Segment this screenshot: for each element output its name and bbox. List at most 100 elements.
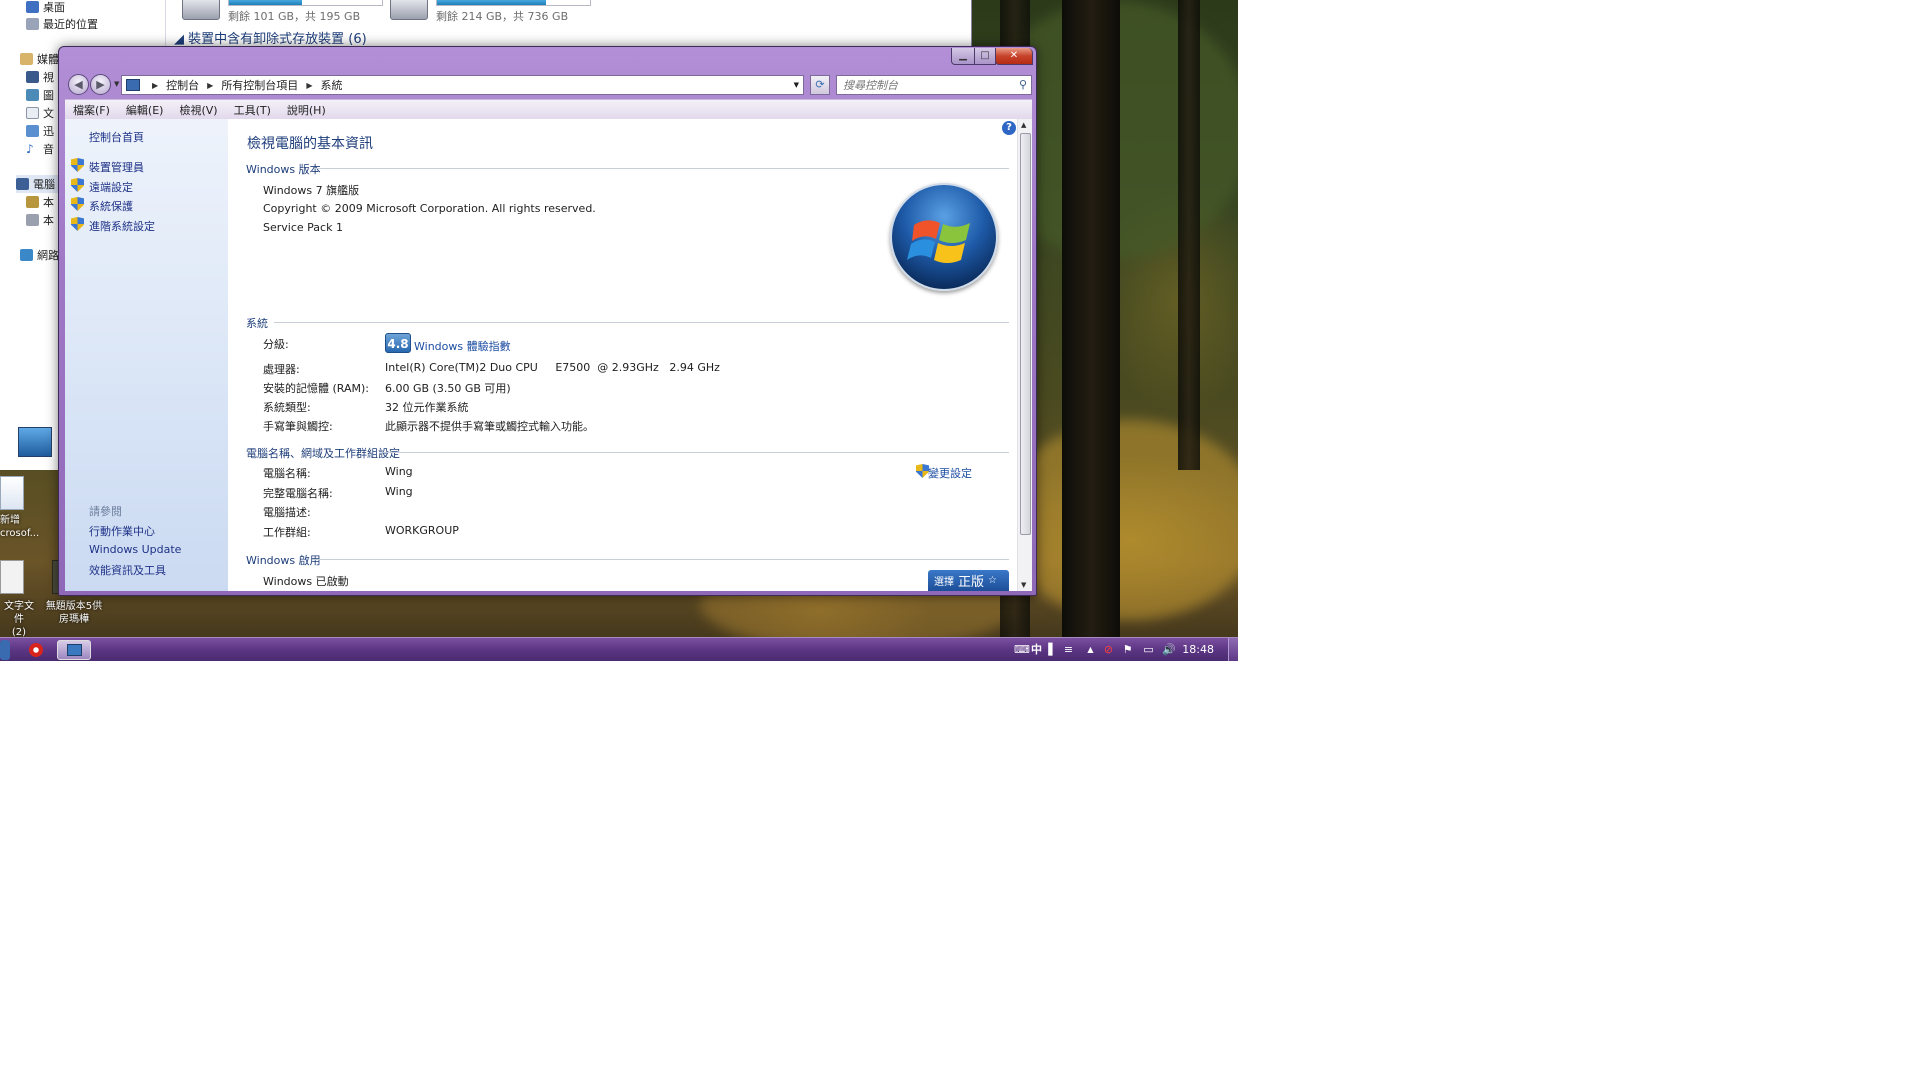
breadcrumb-system[interactable]: 系統 <box>320 77 342 93</box>
show-desktop-button[interactable] <box>1228 638 1238 661</box>
keyboard-icon[interactable]: ⌨ <box>1014 643 1030 656</box>
ram-value: 6.00 GB (3.50 GB 可用) <box>385 382 511 395</box>
nav-item-documents[interactable]: 文 <box>26 104 54 122</box>
nav-label: 媒體 <box>37 53 59 66</box>
search-box[interactable]: ⚲ <box>836 75 1032 95</box>
nav-label: 圖 <box>43 89 54 102</box>
icon-label-line: 新增 <box>0 515 20 526</box>
start-button[interactable] <box>0 640 10 660</box>
device-manager-link[interactable]: 裝置管理員 <box>89 159 144 175</box>
windows-update-link[interactable]: Windows Update <box>89 543 181 556</box>
section-divider <box>314 168 1009 169</box>
search-input[interactable] <box>837 76 1007 94</box>
drive-c[interactable]: 剩餘 101 GB，共 195 GB <box>182 0 383 24</box>
full-name-value: Wing <box>385 485 413 498</box>
scroll-down-arrow-icon[interactable]: ▼ <box>1021 581 1026 589</box>
refresh-button[interactable]: ⟳ <box>810 75 830 95</box>
nav-item-videos[interactable]: 視 <box>26 68 54 86</box>
ime-mode-icon[interactable]: ▌ <box>1046 643 1059 656</box>
scroll-thumb[interactable] <box>1020 133 1031 535</box>
minimize-button[interactable]: ▁ <box>951 48 975 65</box>
advanced-system-settings-link[interactable]: 進階系統設定 <box>89 218 155 234</box>
wei-link[interactable]: Windows 體驗指數 <box>414 338 511 354</box>
computer-icon <box>16 178 29 190</box>
control-panel-taskbar-button[interactable] <box>57 640 91 660</box>
vertical-scrollbar[interactable]: ▲ ▼ <box>1017 119 1032 591</box>
section-divider <box>312 559 1009 560</box>
menu-tools[interactable]: 工具(T) <box>226 102 279 118</box>
change-settings-link[interactable]: 變更設定 <box>928 465 972 481</box>
nav-item-network[interactable]: 網路 <box>20 246 59 264</box>
back-button[interactable]: ◀ <box>68 74 89 95</box>
nav-item-music[interactable]: ♪ 音 <box>26 140 54 158</box>
drive-usage-bar <box>436 0 591 6</box>
page-title: 檢視電腦的基本資訊 <box>247 136 373 152</box>
breadcrumb-separator[interactable]: ▶ <box>306 81 312 90</box>
menu-edit[interactable]: 編輯(E) <box>118 102 172 118</box>
pen-touch-label: 手寫筆與觸控: <box>263 420 333 433</box>
nav-item-desktop[interactable]: 桌面 <box>26 0 65 16</box>
nav-item-libraries[interactable]: 媒體 <box>20 50 59 68</box>
nav-item-local-disk-2[interactable]: 本 <box>26 211 54 229</box>
workgroup-value: WORKGROUP <box>385 524 459 537</box>
genuine-label-a: 選擇 <box>934 577 954 588</box>
drive-icon <box>390 0 428 20</box>
control-panel-home-link[interactable]: 控制台首頁 <box>89 129 144 145</box>
client-area: 控制台首頁 裝置管理員 遠端設定 系統保護 進階系統設定 請參閱 行動作業中心 … <box>65 119 1032 591</box>
ime-options-icon[interactable]: ≡ <box>1062 643 1075 656</box>
menu-help[interactable]: 說明(H) <box>279 102 334 118</box>
network-tray-icon[interactable]: ▭ <box>1142 643 1155 656</box>
recent-pages-chevron-down-icon[interactable]: ▼ <box>114 80 119 88</box>
volume-icon[interactable]: 🔊 <box>1162 643 1176 656</box>
network-icon <box>20 249 33 261</box>
removable-header-label: 裝置中含有卸除式存放裝置 (6) <box>188 32 367 47</box>
close-button[interactable]: ✕ <box>995 48 1033 65</box>
scroll-up-arrow-icon[interactable]: ▲ <box>1021 121 1026 129</box>
nav-item-thunder[interactable]: 迅 <box>26 122 54 140</box>
performance-info-link[interactable]: 效能資訊及工具 <box>89 562 166 578</box>
desktop-icon-label[interactable]: 新增 crosof... <box>0 514 39 540</box>
clock[interactable]: 18:48 <box>1182 643 1214 656</box>
see-also-heading: 請參閱 <box>89 505 122 518</box>
antivirus-icon[interactable]: ⊘ <box>1102 643 1115 656</box>
desktop-icon-label[interactable]: 文字文件 (2) <box>0 600 38 639</box>
full-name-label: 完整電腦名稱: <box>263 487 333 500</box>
nav-item-pictures[interactable]: 圖 <box>26 86 54 104</box>
control-panel-icon <box>67 644 82 656</box>
video-icon <box>26 71 39 83</box>
nav-label: 桌面 <box>43 1 65 14</box>
nav-item-recent[interactable]: 最近的位置 <box>26 15 98 33</box>
action-center-flag-icon[interactable]: ⚑ <box>1121 643 1134 656</box>
nav-label: 音 <box>43 143 54 156</box>
breadcrumb-separator[interactable]: ▶ <box>152 81 158 90</box>
forward-button[interactable]: ▶ <box>90 74 111 95</box>
media-player-taskbar-button[interactable] <box>26 640 46 660</box>
section-activation: Windows 啟用 <box>246 554 321 567</box>
remote-settings-link[interactable]: 遠端設定 <box>89 179 133 195</box>
word-doc-icon[interactable] <box>0 476 24 510</box>
text-file-icon[interactable] <box>0 560 24 594</box>
nav-item-local-disk-1[interactable]: 本 <box>26 193 54 211</box>
wei-score-badge[interactable]: 4.8 <box>385 333 411 353</box>
ime-indicator[interactable]: 中 <box>1030 643 1043 656</box>
copyright-text: Copyright © 2009 Microsoft Corporation. … <box>263 202 596 215</box>
system-protection-link[interactable]: 系統保護 <box>89 198 133 214</box>
breadcrumb-control-panel[interactable]: 控制台 <box>166 77 199 93</box>
menu-view[interactable]: 檢視(V) <box>171 102 225 118</box>
genuine-software-badge[interactable]: 選擇 正版 ☆ <box>928 570 1009 591</box>
removable-group-header[interactable]: ◢ 裝置中含有卸除式存放裝置 (6) <box>174 28 367 47</box>
breadcrumb-all-items[interactable]: 所有控制台項目 <box>221 77 298 93</box>
maximize-button[interactable]: □ <box>974 48 996 65</box>
show-hidden-icons-icon[interactable]: ▲ <box>1084 643 1097 656</box>
desktop-icon-label[interactable]: 無題版本5供 房瑪樺 <box>44 600 104 626</box>
help-icon[interactable]: ? <box>1002 121 1016 135</box>
address-history-chevron-down-icon[interactable]: ▼ <box>794 81 799 89</box>
drive-d[interactable]: 剩餘 214 GB，共 736 GB <box>390 0 591 24</box>
menu-file[interactable]: 檔案(F) <box>65 102 118 118</box>
search-icon[interactable]: ⚲ <box>1019 78 1027 91</box>
drive-usage-fill <box>229 0 303 5</box>
address-bar[interactable]: ▶ 控制台 ▶ 所有控制台項目 ▶ 系統 ▼ <box>121 75 804 95</box>
action-center-link[interactable]: 行動作業中心 <box>89 523 155 539</box>
system-type-value: 32 位元作業系統 <box>385 401 469 414</box>
breadcrumb-separator[interactable]: ▶ <box>207 81 213 90</box>
